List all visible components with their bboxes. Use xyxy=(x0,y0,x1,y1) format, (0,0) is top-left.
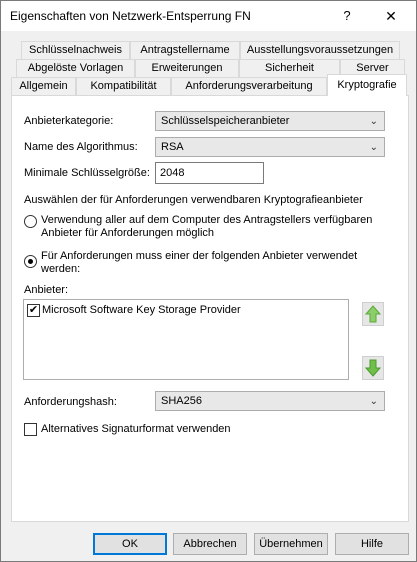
min-key-size-label: Minimale Schlüsselgröße: xyxy=(24,167,150,179)
tab-antragstellername[interactable]: Antragstellername xyxy=(130,41,240,59)
ok-button[interactable]: OK xyxy=(93,533,167,555)
arrow-down-icon xyxy=(364,359,382,377)
radio-specific-provider[interactable] xyxy=(24,255,37,268)
title-bar: Eigenschaften von Netzwerk-Entsperrung F… xyxy=(1,1,416,31)
provider-category-dropdown[interactable]: Schlüsselspeicheranbieter ⌄ xyxy=(155,111,385,131)
tab-erweiterungen[interactable]: Erweiterungen xyxy=(135,59,239,77)
algorithm-label: Name des Algorithmus: xyxy=(24,141,138,153)
tab-sicherheit[interactable]: Sicherheit xyxy=(239,59,340,77)
tab-ausstellungsvoraussetzungen[interactable]: Ausstellungsvoraussetzungen xyxy=(240,41,400,59)
crypto-tab-panel: Anbieterkategorie: Schlüsselspeicheranbi… xyxy=(11,95,409,522)
dialog-title: Eigenschaften von Netzwerk-Entsperrung F… xyxy=(10,9,251,23)
tab-allgemein[interactable]: Allgemein xyxy=(11,77,76,95)
list-item[interactable]: ✔ Microsoft Software Key Storage Provide… xyxy=(27,303,327,318)
tab-kompatibilitaet[interactable]: Kompatibilität xyxy=(76,77,171,95)
chevron-down-icon: ⌄ xyxy=(369,142,378,153)
properties-dialog: Eigenschaften von Netzwerk-Entsperrung F… xyxy=(0,0,417,562)
move-down-button[interactable] xyxy=(362,356,384,380)
radio-specific-provider-label-2: werden: xyxy=(41,263,81,275)
cancel-button[interactable]: Abbrechen xyxy=(173,533,247,555)
radio-any-provider-label-2: Anbieter für Anforderungen möglich xyxy=(41,227,215,239)
radio-specific-provider-label: Für Anforderungen muss einer der folgend… xyxy=(41,250,358,262)
hash-dropdown[interactable]: SHA256 ⌄ xyxy=(155,391,385,411)
hash-value: SHA256 xyxy=(161,395,202,407)
hash-label: Anforderungshash: xyxy=(24,396,117,408)
algorithm-value: RSA xyxy=(161,141,184,153)
tab-schluesselnachweis[interactable]: Schlüsselnachweis xyxy=(21,41,130,59)
close-button[interactable]: ✕ xyxy=(371,3,411,29)
provider-category-value: Schlüsselspeicheranbieter xyxy=(161,115,290,127)
provider-category-label: Anbieterkategorie: xyxy=(24,115,114,127)
tab-kryptografie[interactable]: Kryptografie xyxy=(327,74,407,96)
tab-abgeloeste-vorlagen[interactable]: Abgelöste Vorlagen xyxy=(16,59,135,77)
provider-name: Microsoft Software Key Storage Provider xyxy=(42,304,241,316)
radio-any-provider[interactable] xyxy=(24,215,37,228)
help-title-button[interactable]: ? xyxy=(332,3,362,29)
choose-providers-heading: Auswählen der für Anforderungen verwendb… xyxy=(24,194,363,206)
alt-signature-label: Alternatives Signaturformat verwenden xyxy=(41,423,231,435)
move-up-button[interactable] xyxy=(362,302,384,326)
providers-label: Anbieter: xyxy=(24,284,69,296)
radio-any-provider-label: Verwendung aller auf dem Computer des An… xyxy=(41,214,373,226)
chevron-down-icon: ⌄ xyxy=(369,116,378,127)
min-key-size-value: 2048 xyxy=(160,167,185,179)
providers-list[interactable]: ✔ Microsoft Software Key Storage Provide… xyxy=(23,299,349,380)
apply-button[interactable]: Übernehmen xyxy=(254,533,328,555)
help-button[interactable]: Hilfe xyxy=(335,533,409,555)
algorithm-dropdown[interactable]: RSA ⌄ xyxy=(155,137,385,157)
chevron-down-icon: ⌄ xyxy=(369,396,378,407)
arrow-up-icon xyxy=(364,305,382,323)
alt-signature-checkbox[interactable] xyxy=(24,423,37,436)
provider-checkbox[interactable]: ✔ xyxy=(27,304,40,317)
tab-anforderungsverarbeitung[interactable]: Anforderungsverarbeitung xyxy=(171,77,327,95)
min-key-size-input[interactable]: 2048 xyxy=(155,162,264,184)
